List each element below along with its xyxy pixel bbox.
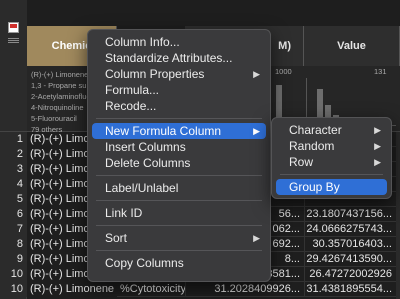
row-number[interactable]: 9 bbox=[0, 252, 27, 267]
table-menu-icon[interactable] bbox=[8, 22, 19, 33]
menu-item[interactable]: Link ID bbox=[88, 205, 270, 221]
row-number[interactable]: 10 bbox=[0, 282, 27, 297]
table-corner[interactable] bbox=[0, 0, 27, 132]
menu-item-label: Group By bbox=[289, 180, 340, 194]
row-number[interactable]: 7 bbox=[0, 222, 27, 237]
cell-chemical[interactable]: (R)-(+) Limonene bbox=[27, 282, 117, 297]
row-number[interactable]: 2 bbox=[0, 147, 27, 162]
menu-item-label: Character bbox=[289, 123, 342, 137]
submenu-arrow-icon: ▶ bbox=[253, 69, 260, 79]
row-number[interactable]: 5 bbox=[0, 192, 27, 207]
column-header-value[interactable]: Value bbox=[304, 26, 400, 66]
table-row[interactable]: 10 (R)-(+) Limonene %Cytotoxicity 31.202840… bbox=[0, 282, 400, 297]
submenu-arrow-icon: ▶ bbox=[253, 233, 260, 243]
menu-item-label: New Formula Column bbox=[105, 124, 222, 138]
menu-item[interactable]: Row ▶ bbox=[272, 154, 391, 170]
column-list-icon[interactable] bbox=[8, 38, 19, 44]
row-number[interactable]: 4 bbox=[0, 177, 27, 192]
row-number[interactable]: 10 bbox=[0, 267, 27, 282]
menu-item[interactable]: Formula... bbox=[88, 82, 270, 98]
cell-value[interactable]: 29.4267413590... bbox=[304, 252, 396, 267]
menu-item[interactable]: Character ▶ bbox=[272, 122, 391, 138]
menu-item-label: Copy Columns bbox=[105, 256, 184, 270]
menu-item-label: Row bbox=[289, 155, 314, 169]
menu-item[interactable]: Copy Columns bbox=[88, 255, 270, 271]
menu-separator bbox=[96, 225, 262, 226]
cell-assay[interactable]: %Cytotoxicity bbox=[117, 282, 185, 297]
menu-item-label: Delete Columns bbox=[105, 156, 191, 170]
summary-axis-max: 1000 bbox=[275, 67, 292, 76]
menu-item[interactable]: Label/Unlabel bbox=[88, 180, 270, 196]
menu-item[interactable]: Group By bbox=[276, 179, 387, 195]
cell-value[interactable]: 31.4381895554... bbox=[304, 282, 396, 297]
menu-item-label: Column Info... bbox=[105, 35, 180, 49]
menu-item[interactable]: Column Info... bbox=[88, 34, 270, 50]
menu-item-label: Random bbox=[289, 139, 335, 153]
cell-value[interactable]: 26.47272002926 bbox=[304, 267, 396, 282]
vertical-scrollbar[interactable] bbox=[396, 132, 400, 299]
menu-item-label: Standardize Attributes... bbox=[105, 51, 233, 65]
menu-item[interactable]: Insert Columns bbox=[88, 139, 270, 155]
row-number[interactable]: 8 bbox=[0, 237, 27, 252]
menu-separator bbox=[280, 174, 383, 175]
cell-value[interactable]: 30.357016403... bbox=[304, 237, 396, 252]
menu-item[interactable]: Random ▶ bbox=[272, 138, 391, 154]
column-context-menu: Column Info... Standardize Attributes... C… bbox=[87, 29, 271, 282]
menu-item-label: Insert Columns bbox=[105, 140, 186, 154]
menu-item[interactable]: Recode... bbox=[88, 98, 270, 114]
cell-value[interactable]: 23.1807437156... bbox=[304, 207, 396, 222]
menu-item[interactable]: New Formula Column ▶ bbox=[92, 123, 266, 139]
menu-item[interactable]: Standardize Attributes... bbox=[88, 50, 270, 66]
menu-separator bbox=[96, 200, 262, 201]
row-number[interactable]: 1 bbox=[0, 132, 27, 147]
summary-axis-max: 131 bbox=[374, 67, 387, 76]
menu-item-label: Link ID bbox=[105, 206, 143, 220]
submenu-arrow-icon: ▶ bbox=[374, 157, 381, 167]
menu-item[interactable]: Delete Columns bbox=[88, 155, 270, 171]
cell-m[interactable]: 31.2028409926... bbox=[185, 282, 304, 297]
row-number[interactable]: 6 bbox=[0, 207, 27, 222]
menu-item[interactable]: Sort ▶ bbox=[88, 230, 270, 246]
submenu-arrow-icon: ▶ bbox=[253, 126, 260, 136]
menu-separator bbox=[96, 118, 262, 119]
menu-item-label: Formula... bbox=[105, 83, 160, 97]
submenu-arrow-icon: ▶ bbox=[374, 141, 381, 151]
new-formula-column-submenu: Character ▶ Random ▶ Row ▶ Group By bbox=[271, 117, 392, 199]
submenu-arrow-icon: ▶ bbox=[374, 125, 381, 135]
menu-item[interactable]: Column Properties ▶ bbox=[88, 66, 270, 82]
cell-value[interactable]: 24.0666275743... bbox=[304, 222, 396, 237]
menu-separator bbox=[96, 250, 262, 251]
menu-item-label: Column Properties bbox=[105, 67, 205, 81]
menu-item-label: Sort bbox=[105, 231, 128, 245]
row-number[interactable]: 3 bbox=[0, 162, 27, 177]
menu-item-label: Recode... bbox=[105, 99, 157, 113]
menu-item-label: Label/Unlabel bbox=[105, 181, 179, 195]
menu-separator bbox=[96, 175, 262, 176]
